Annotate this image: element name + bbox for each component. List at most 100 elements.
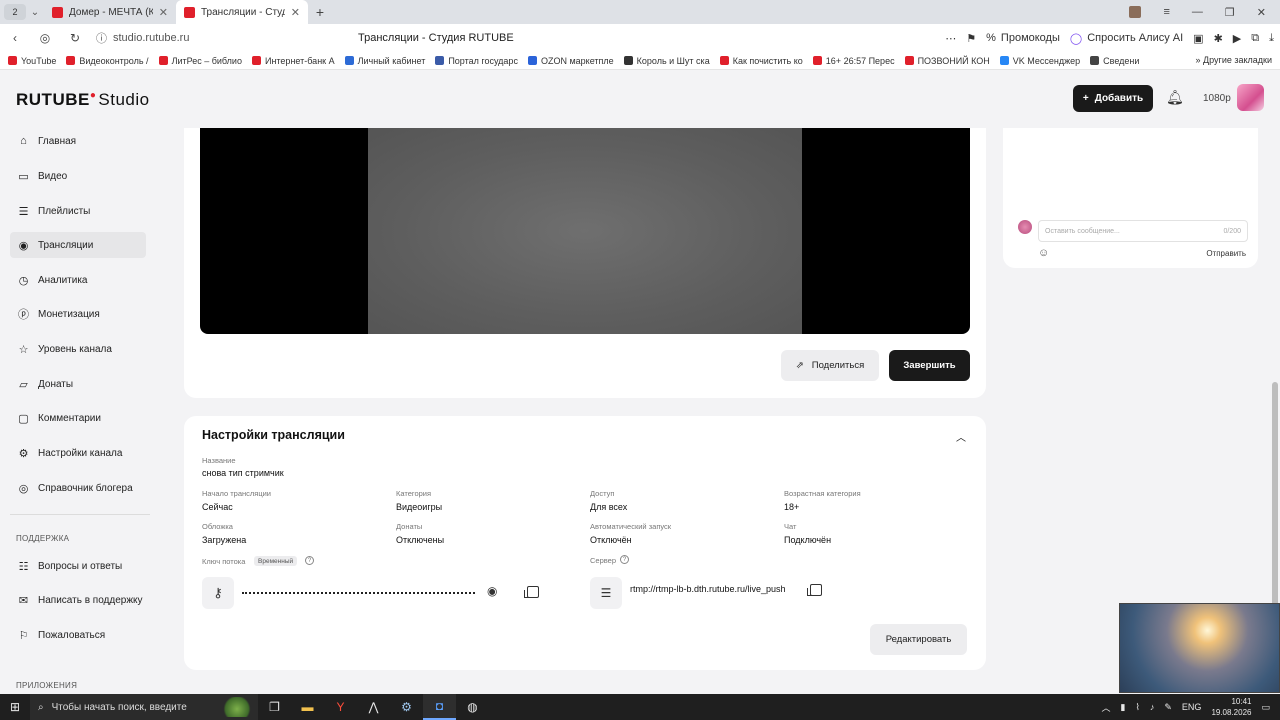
bookmark-item[interactable]: 16+ 26:57 Перес: [812, 56, 895, 66]
site-info-icon[interactable]: ⓘ: [96, 30, 107, 46]
close-icon[interactable]: ✕: [159, 6, 168, 19]
bookmark-item[interactable]: Видеоконтроль /: [66, 56, 149, 66]
donates-label: Донаты: [396, 522, 423, 531]
clock[interactable]: 10:41 19.08.2026: [1211, 696, 1251, 718]
bell-icon[interactable]: 🔔︎: [1166, 89, 1184, 106]
bookmark-favicon-icon: [344, 56, 354, 65]
finish-stream-button[interactable]: Завершить: [889, 350, 970, 381]
sidebar-item-home[interactable]: ⌂ Главная: [10, 128, 146, 154]
sidebar-item-comments[interactable]: ▢ Комментарии: [10, 405, 146, 431]
key-icon: ⚷: [202, 577, 234, 609]
plus-icon: +: [1082, 93, 1089, 104]
network-icon[interactable]: ⌇: [1135, 702, 1139, 713]
sidebar-item-report[interactable]: ⚐ Пожаловаться: [10, 622, 146, 648]
file-explorer-icon[interactable]: ▬: [291, 694, 324, 720]
browser-tab[interactable]: Домер - МЕЧТА (Кл ✕: [44, 0, 176, 24]
bookmark-item[interactable]: VK Мессенджер: [999, 56, 1080, 66]
add-button[interactable]: + Добавить: [1073, 85, 1153, 112]
bookmark-icon[interactable]: ⚑: [966, 32, 976, 45]
stream-preview-thumbnail[interactable]: [1119, 603, 1280, 693]
help-icon[interactable]: ?: [620, 555, 629, 564]
task-view-icon[interactable]: ❐: [258, 694, 291, 720]
bookmark-item[interactable]: ЛитРес – библио: [158, 56, 242, 66]
video-player[interactable]: [200, 128, 970, 334]
minimize-icon[interactable]: —: [1192, 6, 1203, 18]
profile-icon[interactable]: [1129, 6, 1142, 18]
bookmark-item[interactable]: Личный кабинет: [344, 56, 425, 66]
page-scrollbar[interactable]: [1270, 70, 1280, 694]
system-tray: ︿ ▮ ⌇ ♪ ✎ ENG 10:41 19.08.2026 ▭: [1102, 694, 1280, 720]
rutube-studio-logo[interactable]: RUTUBE● Studio: [16, 90, 150, 110]
extension-icon[interactable]: ▣: [1193, 32, 1203, 45]
emoji-icon[interactable]: ☺: [1038, 247, 1049, 259]
chat-message-input[interactable]: Оставить сообщение... 0/200: [1038, 220, 1248, 242]
extension-icon[interactable]: ▶: [1233, 32, 1241, 45]
steam-icon[interactable]: ⚙: [390, 694, 423, 720]
close-icon[interactable]: ✕: [291, 6, 300, 19]
tray-expand-icon[interactable]: ︿: [1102, 701, 1111, 714]
sidebar-item-blogger-guide[interactable]: ◎ Справочник блогера: [10, 475, 146, 501]
other-bookmarks[interactable]: » Другие закладки: [1196, 55, 1272, 65]
bookmark-item[interactable]: OZON маркетпле: [527, 56, 614, 66]
help-icon[interactable]: ?: [305, 556, 314, 565]
microphone-icon[interactable]: ▮: [1121, 702, 1126, 713]
extension-icon[interactable]: ⧉: [1251, 32, 1259, 45]
bookmark-item[interactable]: Портал государс: [435, 56, 518, 66]
analytics-icon: ◷: [18, 274, 29, 287]
sidebar-item-donates[interactable]: ▱ Донаты: [10, 371, 146, 397]
sidebar-item-channel-level[interactable]: ☆ Уровень канала: [10, 336, 146, 362]
close-window-icon[interactable]: ✕: [1257, 6, 1266, 19]
sidebar-item-contact-support[interactable]: ✉ Написать в поддержку: [10, 587, 146, 613]
app-icon[interactable]: ⋀: [357, 694, 390, 720]
reload-icon[interactable]: ↻: [60, 31, 90, 45]
obs-icon[interactable]: ◍: [456, 694, 489, 720]
extension-icon[interactable]: ✱: [1214, 32, 1223, 45]
tab-counter[interactable]: 2: [4, 4, 26, 20]
url-field[interactable]: ⓘ studio.rutube.ru: [96, 30, 336, 46]
bookmark-item[interactable]: YouTube: [8, 56, 56, 66]
send-button[interactable]: Отправить: [1206, 249, 1246, 258]
windows-start-icon[interactable]: ⊞: [0, 700, 30, 714]
more-icon[interactable]: ⋯: [945, 32, 956, 45]
sidebar-item-monetization[interactable]: ⓟ Монетизация: [10, 301, 146, 327]
menu-icon[interactable]: ≡: [1163, 6, 1169, 18]
share-button[interactable]: ⇗ Поделиться: [781, 350, 879, 381]
browser-tab-active[interactable]: Трансляции - Студия R ✕: [176, 0, 308, 24]
bookmark-item[interactable]: Сведени: [1090, 56, 1139, 66]
edit-button[interactable]: Редактировать: [870, 624, 967, 655]
sidebar-item-broadcasts[interactable]: ◉ Трансляции: [10, 232, 146, 258]
bookmark-item[interactable]: Интернет-банк А: [251, 56, 335, 66]
chevron-down-icon[interactable]: ⌄: [26, 7, 44, 18]
sidebar-item-playlists[interactable]: ☰ Плейлисты: [10, 198, 146, 224]
server-icon: ☰: [590, 577, 622, 609]
yandex-browser-icon[interactable]: Y: [324, 694, 357, 720]
cover-value: Загружена: [202, 535, 247, 545]
restore-icon[interactable]: ❐: [1225, 6, 1235, 19]
eye-icon[interactable]: ◉: [487, 584, 497, 598]
yandex-icon[interactable]: ◎: [30, 31, 60, 45]
copy-key-icon[interactable]: [524, 586, 539, 598]
app-icon[interactable]: ◘: [423, 694, 456, 720]
sidebar-item-channel-settings[interactable]: ⚙ Настройки канала: [10, 440, 146, 466]
chevron-up-icon[interactable]: ︿: [956, 429, 966, 444]
alice-button[interactable]: ◯ Спросить Алису AI: [1070, 32, 1183, 45]
bookmark-item[interactable]: Король и Шут ска: [623, 56, 710, 66]
quality-label[interactable]: 1080p: [1203, 93, 1231, 104]
copy-server-icon[interactable]: [807, 584, 822, 596]
flag-icon: ⚐: [18, 629, 29, 642]
promo-button[interactable]: % Промокоды: [986, 32, 1060, 44]
tray-app-icon[interactable]: ✎: [1164, 702, 1172, 713]
sidebar-item-video[interactable]: ▭ Видео: [10, 163, 146, 189]
volume-icon[interactable]: ♪: [1150, 702, 1155, 712]
taskbar-search[interactable]: ⌕ Чтобы начать поиск, введите: [30, 694, 258, 720]
sidebar-item-faq[interactable]: ☷ Вопросы и ответы: [10, 553, 146, 579]
language-indicator[interactable]: ENG: [1182, 702, 1202, 712]
avatar[interactable]: [1237, 84, 1264, 111]
back-icon[interactable]: ‹: [0, 31, 30, 45]
new-tab-icon[interactable]: +: [308, 4, 332, 20]
bookmark-item[interactable]: Как почистить ко: [719, 56, 803, 66]
notifications-icon[interactable]: ▭: [1261, 702, 1270, 713]
bookmark-item[interactable]: ПОЗВОНИЙ КОН: [904, 56, 990, 66]
download-icon[interactable]: ⤓: [1269, 32, 1274, 45]
sidebar-item-analytics[interactable]: ◷ Аналитика: [10, 267, 146, 293]
